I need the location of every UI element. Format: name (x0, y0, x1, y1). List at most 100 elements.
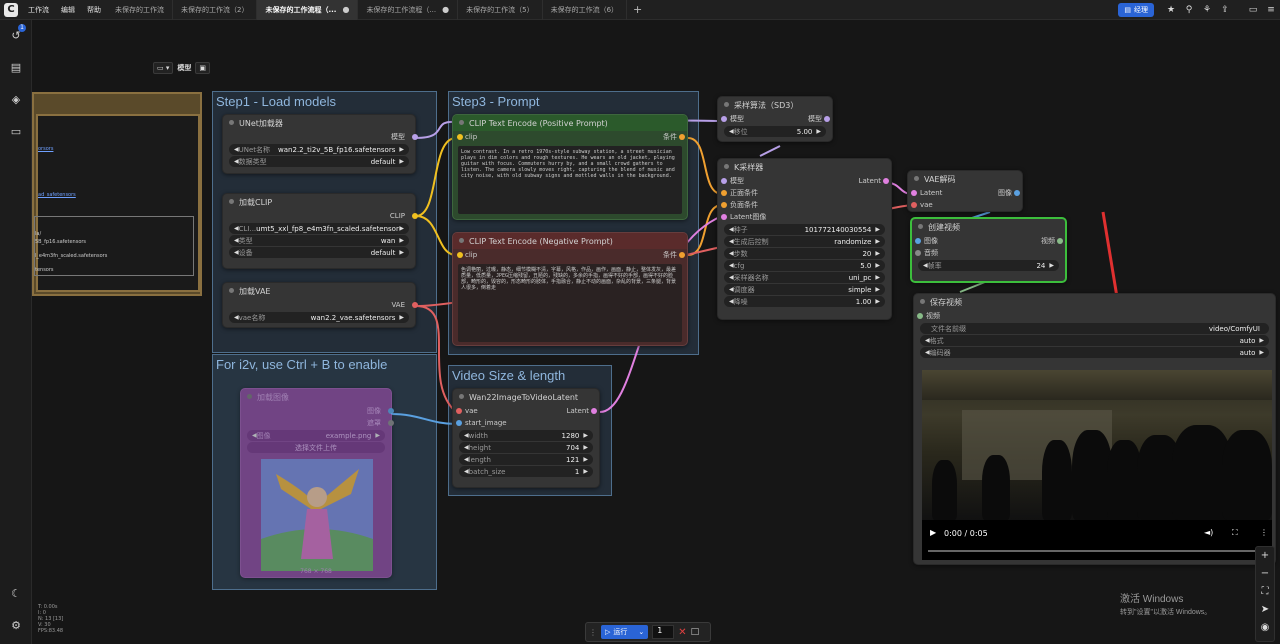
node-wan22-latent[interactable]: Wan22ImageToVideoLatent vae Latent start… (452, 388, 600, 488)
output-mask[interactable]: 遮罩 (241, 417, 394, 429)
image-toggle-icon[interactable]: ▣ (195, 62, 210, 74)
widget-filename-prefix[interactable]: 文件名前缀 video/ComfyUI (920, 323, 1269, 334)
slot-dot[interactable] (911, 190, 917, 196)
slot-dot[interactable] (824, 116, 830, 122)
stop-icon[interactable]: □ (691, 627, 700, 637)
widget-format[interactable]: ◀ 格式 auto ▶ (920, 335, 1269, 346)
output-clip[interactable]: CLIP (223, 210, 418, 222)
menu-edit[interactable]: 编辑 (55, 5, 81, 15)
queue-manager-button[interactable]: ▤ 经理 (1118, 3, 1154, 17)
slot-dot[interactable] (721, 214, 727, 220)
slot-dot[interactable] (388, 408, 394, 414)
widget-denoise[interactable]: ◀ 降噪 1.00 ▶ (724, 296, 885, 307)
volume-icon[interactable]: ◄) (1204, 528, 1213, 537)
widget-steps[interactable]: ◀ 步数 20 ▶ (724, 248, 885, 259)
fullscreen-icon[interactable]: ⛶ (1232, 528, 1238, 538)
slot-dot[interactable] (721, 202, 727, 208)
input-positive[interactable]: 正面条件 (718, 187, 891, 199)
node-clip-loader[interactable]: 加载CLIP CLIP ◀ CLI... umt5_xxl_fp8_e4m3fn_s… (222, 193, 418, 269)
tab-workflow-1[interactable]: 未保存的工作流 (107, 0, 173, 20)
note-link[interactable]: orsors (38, 146, 53, 152)
widget-control[interactable]: ◀ 生成后控制 randomize ▶ (724, 236, 885, 247)
widget-clip-name[interactable]: ◀ CLI... umt5_xxl_fp8_e4m3fn_scaled.safete… (229, 223, 409, 234)
input-vae[interactable]: vae (908, 199, 1022, 211)
slot-dot[interactable] (388, 420, 394, 426)
slot-dot[interactable] (456, 408, 462, 414)
moon-icon[interactable]: ☾ (8, 586, 24, 602)
input-latent[interactable]: Latent图像 (718, 211, 891, 223)
tab-workflow-4[interactable]: 未保存的工作流程（... ● (358, 0, 459, 20)
chevron-down-icon[interactable]: ⌄ (638, 628, 644, 636)
mode-label[interactable]: 模型 (177, 63, 191, 73)
node-positive-prompt[interactable]: CLIP Text Encode (Positive Prompt) clip … (452, 114, 688, 220)
tab-workflow-3[interactable]: 未保存的工作流程（... ● (257, 0, 359, 20)
navigate-icon[interactable]: ➤ (1256, 601, 1274, 619)
output-image[interactable]: 图像 (241, 405, 394, 417)
node-load-image[interactable]: 加载图像 图像 遮罩 ◀ 图像 example.png ▶ 选择文件上传 768 × … (240, 388, 394, 578)
tab-workflow-5[interactable]: 未保存的工作流（5） (458, 0, 543, 20)
node-negative-prompt[interactable]: CLIP Text Encode (Negative Prompt) clip … (452, 232, 688, 346)
slot-dot[interactable] (679, 252, 685, 258)
slot-dot[interactable] (911, 202, 917, 208)
panel-toggle-icon[interactable]: ▭ (1244, 5, 1262, 15)
video-preview[interactable]: ▶ 0:00 / 0:05 ◄) ⛶ ⋮ (922, 370, 1272, 560)
note-node[interactable]: orsors ad_safetensors la/ 5B_fp16.safete… (32, 92, 202, 296)
slot-dot[interactable] (591, 408, 597, 414)
zoom-out-icon[interactable]: − (1256, 565, 1274, 583)
widget-unet-name[interactable]: ◀ UNet名称 wan2.2_ti2v_5B_fp16.safetensors ▶ (229, 144, 409, 155)
node-ksampler[interactable]: K采样器 模型 Latent 正面条件 负面条件 Latent图像 ◀ 种子 101… (717, 158, 892, 320)
slot-dot[interactable] (1014, 190, 1020, 196)
widget-width[interactable]: ◀ width 1280 ▶ (459, 430, 593, 441)
slot-dot[interactable] (721, 190, 727, 196)
run-count-input[interactable]: 1 (652, 625, 675, 639)
node-create-video[interactable]: 创建视频 图像 视频 音频 ◀ 帧率 24 ▶ (910, 217, 1067, 283)
menu-help[interactable]: 帮助 (81, 5, 107, 15)
widget-batch-size[interactable]: ◀ batch_size 1 ▶ (459, 466, 593, 477)
widget-length[interactable]: ◀ length 121 ▶ (459, 454, 593, 465)
menu-workflow[interactable]: 工作流 (22, 5, 55, 15)
node-library-icon[interactable]: ⚲ (1180, 5, 1198, 15)
note-link[interactable]: ad_safetensors (38, 192, 76, 198)
slot-dot[interactable] (883, 178, 889, 184)
input-negative[interactable]: 负面条件 (718, 199, 891, 211)
input-video[interactable]: 视频 (914, 310, 1275, 322)
video-progress-bar[interactable] (928, 550, 1258, 552)
widget-vae-name[interactable]: ◀ vae名称 wan2.2_vae.safetensors ▶ (229, 312, 409, 323)
menu-icon[interactable]: ≡ (1262, 5, 1280, 15)
slot-dot[interactable] (412, 302, 418, 308)
fit-view-icon[interactable]: ⛶ (1256, 583, 1274, 601)
slot-dot[interactable] (679, 134, 685, 140)
widget-height[interactable]: ◀ height 704 ▶ (459, 442, 593, 453)
folder-icon[interactable]: ▭ (8, 124, 24, 140)
zoom-in-icon[interactable]: + (1256, 547, 1274, 565)
widget-device[interactable]: ◀ 设备 default ▶ (229, 247, 409, 258)
tab-workflow-2[interactable]: 未保存的工作流（2） (173, 0, 258, 20)
slot-dot[interactable] (412, 213, 418, 219)
run-button[interactable]: ▷ 运行 ⌄ (601, 625, 649, 639)
comfy-logo[interactable]: C (4, 2, 18, 17)
slot-dot[interactable] (456, 420, 462, 426)
negative-prompt-textarea[interactable]: 色调艳丽，过曝，静态，细节模糊不清，字幕，风格，作品，画作，画面，静止，整体发灰… (458, 264, 682, 342)
play-icon[interactable]: ▶ (930, 528, 936, 537)
slot-dot[interactable] (457, 252, 463, 258)
upload-button[interactable]: 选择文件上传 (247, 442, 385, 453)
share-icon[interactable]: ⇪ (1216, 5, 1234, 15)
positive-prompt-textarea[interactable]: Low contrast. In a retro 1970s-style sub… (458, 146, 682, 214)
widget-cfg[interactable]: ◀ cfg 5.0 ▶ (724, 260, 885, 271)
widget-clip-type[interactable]: ◀ 类型 wan ▶ (229, 235, 409, 246)
node-sampling-sd3[interactable]: 采样算法（SD3） 模型 模型 ◀ 移位 5.00 ▶ (717, 96, 833, 142)
cube-icon[interactable]: ◈ (8, 92, 24, 108)
slot-dot[interactable] (1057, 238, 1063, 244)
widget-codec[interactable]: ◀ 编码器 auto ▶ (920, 347, 1269, 358)
widget-scheduler[interactable]: ◀ 调度器 simple ▶ (724, 284, 885, 295)
slot-dot[interactable] (721, 178, 727, 184)
slot-dot[interactable] (915, 238, 921, 244)
node-vae-decode[interactable]: VAE解码 Latent 图像 vae (907, 170, 1023, 212)
star-icon[interactable]: ★ (1162, 5, 1180, 15)
slot-dot[interactable] (721, 116, 727, 122)
input-start-image[interactable]: start_image (453, 417, 599, 429)
widget-seed[interactable]: ◀ 种子 1017721400305​54 ▶ (724, 224, 885, 235)
queue-list-icon[interactable]: ▤ (8, 60, 24, 76)
output-vae[interactable]: VAE (223, 299, 418, 311)
widget-dtype[interactable]: ◀ 数据类型 default ▶ (229, 156, 409, 167)
